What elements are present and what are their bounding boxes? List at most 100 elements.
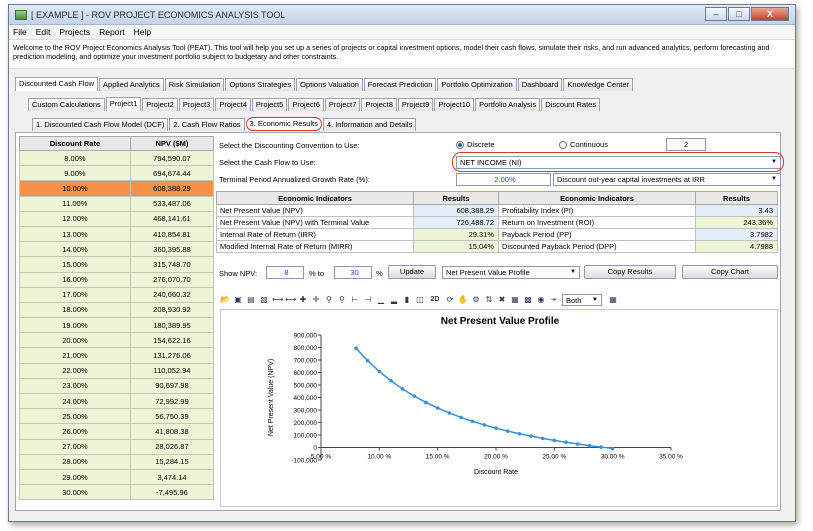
discrete-radio-dot[interactable] (456, 141, 464, 150)
scale-icon[interactable]: ⇅ (484, 295, 494, 305)
menu-report[interactable]: Report (99, 27, 125, 37)
table-row[interactable]: 10.00% 608,388.29 (19, 180, 215, 197)
hand-icon[interactable]: ✋ (458, 295, 468, 305)
table-row[interactable]: 18.00% 208,930.92 (19, 301, 215, 319)
table-row[interactable]: 26.00% 41,808.38 (19, 423, 215, 440)
legend-icon[interactable]: ◉ (536, 295, 546, 305)
pan-icon[interactable]: ✚ (298, 295, 308, 305)
rotate-icon[interactable]: ⟳ (445, 295, 455, 305)
move-right-icon[interactable]: ⟷ (285, 295, 296, 305)
table-row[interactable]: 16.00% 276,070.70 (19, 271, 215, 288)
color-icon[interactable]: ▩ (523, 295, 533, 305)
table-row[interactable]: 14.00% 360,395.88 (19, 241, 215, 258)
menu-edit[interactable]: Edit (36, 27, 51, 37)
table-row[interactable]: 27.00% 28,026.87 (19, 438, 215, 455)
tab-discounted-cash-flow[interactable]: Discounted Cash Flow (15, 77, 99, 91)
table-row[interactable]: 25.00% 56,750.39 (19, 408, 215, 425)
2d-button[interactable]: 2D (428, 295, 442, 305)
tab-project5[interactable]: Project5 (251, 98, 288, 111)
grid-icon[interactable]: ▦ (510, 295, 520, 305)
table-row[interactable]: 24.00% 72,992.99 (19, 392, 215, 410)
menu-file[interactable]: File (13, 27, 27, 37)
tab-information-details[interactable]: 4. Information and Details (322, 118, 417, 131)
tab-project2[interactable]: Project2 (142, 98, 178, 111)
table-row[interactable]: 28.00% 15,284.15 (19, 453, 215, 470)
tab-cash-flow-ratios[interactable]: 2. Cash Flow Ratios (169, 118, 245, 131)
zoom-out-icon[interactable]: ⚲ (337, 295, 347, 305)
tab-project8[interactable]: Project8 (361, 98, 397, 111)
print-icon[interactable]: ▤ (246, 295, 256, 305)
zoom-in-icon[interactable]: ⚲ (324, 295, 334, 305)
both-select[interactable]: Both (562, 294, 602, 306)
growth-input[interactable]: 2.00% (456, 173, 551, 186)
area-icon[interactable]: ▮ (402, 295, 412, 305)
tab-applied-analytics[interactable]: Applied Analytics (99, 78, 164, 91)
table-row[interactable]: 20.00% 154,622.16 (19, 332, 215, 349)
table-grid-icon[interactable]: ▦ (608, 295, 618, 305)
discrete-radio[interactable]: Discrete (456, 140, 495, 150)
tab-knowledge-center[interactable]: Knowledge Center (563, 78, 634, 91)
copy-chart-button[interactable]: Copy Chart (682, 265, 778, 279)
tab-options-valuation[interactable]: Options Valuation (296, 78, 363, 91)
col-discount-rate: Discount Rate (19, 136, 131, 151)
tab-portfolio-optimization[interactable]: Portfolio Optimization (437, 78, 517, 91)
tab-project3[interactable]: Project3 (178, 98, 215, 111)
tab-project1[interactable]: Project1 (105, 97, 142, 111)
table-row[interactable]: 30.00% -7,495.96 (19, 484, 215, 501)
axis-icon[interactable]: ⊢ (350, 295, 360, 305)
maximize-button[interactable]: □ (728, 7, 750, 21)
update-button[interactable]: Update (388, 265, 436, 279)
bar-chart-icon[interactable]: ▁ (376, 295, 386, 305)
3d-icon[interactable]: ◫ (415, 295, 425, 305)
table-row[interactable]: 29.00% 3,474.14 (19, 468, 215, 486)
table-row[interactable]: 12.00% 468,141.61 (19, 210, 215, 227)
tab-economic-results[interactable]: 3. Economic Results (245, 117, 322, 131)
table-row[interactable]: 21.00% 131,276.06 (19, 347, 215, 364)
discount-option-select[interactable]: Discount out-year capital investments at… (553, 173, 781, 186)
periods-stepper[interactable]: 2 (666, 138, 706, 151)
table-row[interactable]: 15.00% 315,748.70 (19, 256, 215, 273)
cross-icon[interactable]: ✖ (497, 295, 507, 305)
open-icon[interactable]: 📂 (220, 295, 230, 305)
menu-help[interactable]: Help (134, 27, 151, 37)
npv-from-input[interactable]: 8 (266, 266, 304, 279)
table-row[interactable]: 8.00% 794,590.07 (19, 149, 215, 167)
bar-chart-alt-icon[interactable]: ▂ (389, 295, 399, 305)
continuous-radio-dot[interactable] (559, 141, 567, 150)
tab-dcf-model[interactable]: 1. Discounted Cash Flow Model (DCF) (32, 118, 169, 131)
tab-project10[interactable]: Project10 (434, 98, 475, 111)
line-style-icon[interactable]: ➛ (549, 295, 559, 305)
copy-results-button[interactable]: Copy Results (584, 265, 676, 279)
tab-risk-simulation[interactable]: Risk Simulation (164, 78, 225, 91)
tab-project4[interactable]: Project4 (215, 98, 251, 111)
move-icon[interactable]: ✛ (311, 295, 321, 305)
tab-project7[interactable]: Project7 (324, 98, 361, 111)
save-icon[interactable]: ▣ (233, 295, 243, 305)
close-button[interactable]: X (751, 7, 789, 21)
table-row[interactable]: 11.00% 533,487.06 (19, 195, 215, 212)
settings-icon[interactable]: ⚙ (471, 295, 481, 305)
minimize-button[interactable]: – (705, 7, 727, 21)
tab-portfolio-analysis[interactable]: Portfolio Analysis (475, 98, 541, 111)
show-npv-label: Show NPV: (219, 269, 258, 278)
menu-projects[interactable]: Projects (59, 27, 90, 37)
table-row[interactable]: 22.00% 110,052.94 (19, 362, 215, 379)
table-row[interactable]: 9.00% 694,674.44 (19, 165, 215, 182)
table-row[interactable]: 17.00% 240,660.32 (19, 286, 215, 303)
tab-project9[interactable]: Project9 (397, 98, 434, 111)
move-left-icon[interactable]: ⟷ (272, 295, 283, 305)
tab-dashboard[interactable]: Dashboard (517, 78, 563, 91)
tab-options-strategies[interactable]: Options Strategies (225, 78, 296, 91)
tab-custom-calculations[interactable]: Custom Calculations (28, 98, 105, 111)
npv-to-input[interactable]: 30 (334, 266, 372, 279)
table-row[interactable]: 19.00% 180,389.95 (19, 317, 215, 334)
table-row[interactable]: 13.00% 410,854.81 (19, 225, 215, 243)
axis-alt-icon[interactable]: ⊣ (363, 295, 373, 305)
table-row[interactable]: 23.00% 90,697.98 (19, 377, 215, 395)
tab-discount-rates[interactable]: Discount Rates (541, 98, 601, 111)
tab-project6[interactable]: Project6 (288, 98, 324, 111)
chart-type-select[interactable]: Net Present Value Profile (442, 266, 580, 279)
continuous-radio[interactable]: Continuous (559, 140, 608, 150)
tab-forecast-prediction[interactable]: Forecast Prediction (363, 78, 437, 91)
export-icon[interactable]: ▧ (259, 295, 269, 305)
